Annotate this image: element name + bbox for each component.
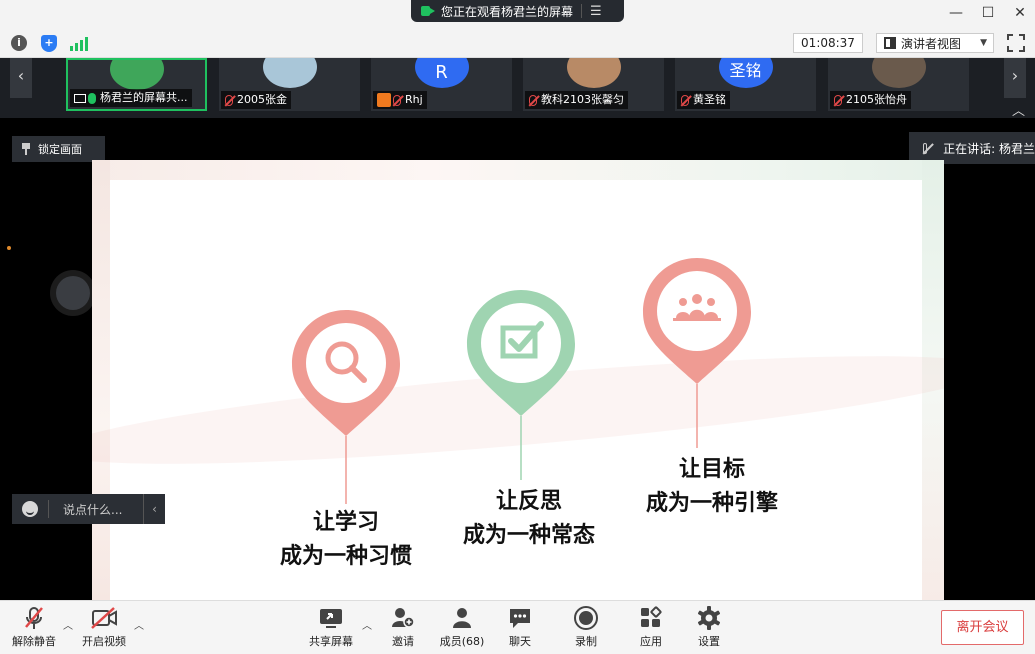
- fullscreen-icon[interactable]: [1007, 34, 1025, 52]
- participant-tile[interactable]: 教科2103张馨匀: [523, 58, 664, 111]
- participant-name: 2005张金: [237, 93, 287, 106]
- leave-meeting-button[interactable]: 离开会议: [941, 610, 1024, 645]
- close-button[interactable]: ✕: [1009, 4, 1031, 22]
- lock-view-label: 锁定画面: [38, 143, 82, 156]
- maximize-button[interactable]: ☐: [977, 4, 999, 22]
- avatar: [109, 60, 164, 90]
- avatar: [566, 58, 621, 88]
- host-icon: [377, 93, 391, 107]
- mic-muted-icon: [23, 605, 45, 631]
- share-screen-button[interactable]: 共享屏幕: [306, 605, 356, 651]
- signal-icon[interactable]: [70, 37, 88, 51]
- start-video-button[interactable]: 开启视频: [80, 605, 128, 651]
- apps-button[interactable]: 应用: [634, 605, 668, 651]
- apps-icon: [638, 605, 664, 631]
- collapse-strip-icon[interactable]: ︿: [1012, 100, 1025, 119]
- chat-button[interactable]: 聊天: [503, 605, 537, 651]
- strip-prev-button[interactable]: ‹: [10, 58, 32, 98]
- shield-icon[interactable]: +: [41, 35, 57, 52]
- screen-share-icon: [74, 93, 86, 103]
- chevron-left-icon[interactable]: ‹: [143, 494, 165, 524]
- emoji-icon[interactable]: [22, 501, 38, 517]
- mic-muted-icon: [681, 94, 689, 106]
- slide-caption-2: 让反思 成为一种常态: [462, 489, 595, 548]
- settings-button[interactable]: 设置: [692, 605, 726, 651]
- chat-bubble-icon: [507, 605, 533, 631]
- pin-icon: [22, 143, 30, 155]
- gear-icon: [696, 605, 722, 631]
- participant-tile[interactable]: R Rhj: [371, 58, 512, 111]
- share-screen-icon: [318, 605, 344, 631]
- meeting-timer: 01:08:37: [793, 33, 863, 53]
- participant-name: 黄圣铭: [693, 93, 726, 106]
- location-pin-2: [467, 290, 575, 480]
- camera-icon: [421, 6, 435, 16]
- participant-strip: ‹ 杨君兰的屏幕共... 2005张金 R Rhj 教科2103张馨匀 圣铭 黄…: [0, 58, 1035, 119]
- strip-next-button[interactable]: ›: [1004, 58, 1026, 98]
- camera-off-icon: [90, 605, 118, 631]
- record-button[interactable]: 录制: [569, 605, 603, 651]
- participant-tile[interactable]: 圣铭 黄圣铭: [675, 58, 816, 111]
- mic-muted-icon: [225, 94, 233, 106]
- participant-tile[interactable]: 2005张金: [219, 58, 360, 111]
- mic-muted-icon: [923, 142, 928, 154]
- view-mode-dropdown[interactable]: 演讲者视图 ▼: [876, 33, 994, 53]
- members-icon: [449, 605, 475, 631]
- info-icon[interactable]: i: [11, 35, 27, 51]
- audio-options-caret[interactable]: ︿: [63, 617, 73, 632]
- location-pin-3: [643, 258, 751, 448]
- avatar: 圣铭: [718, 58, 773, 88]
- record-icon: [573, 605, 599, 631]
- participant-name: 教科2103张馨匀: [541, 93, 624, 106]
- title-bar: 您正在观看杨君兰的屏幕 ☰ — ☐ ✕: [0, 0, 1035, 28]
- lock-view-button[interactable]: 锁定画面: [12, 136, 105, 162]
- minimize-button[interactable]: —: [945, 4, 967, 22]
- view-mode-label: 演讲者视图: [901, 36, 962, 51]
- chevron-down-icon: ▼: [980, 38, 987, 48]
- invite-button[interactable]: 邀请: [386, 605, 420, 651]
- location-pin-1: [292, 310, 400, 504]
- share-options-caret[interactable]: ︿: [362, 617, 372, 632]
- chat-input-bar[interactable]: 说点什么... ‹: [12, 494, 165, 524]
- speaking-text: 正在讲话: 杨君兰: [943, 141, 1035, 156]
- screen-share-notice[interactable]: 您正在观看杨君兰的屏幕 ☰: [411, 0, 624, 22]
- invite-user-icon: [390, 605, 416, 631]
- speaker-view-icon: [884, 37, 896, 49]
- mic-muted-icon: [393, 94, 401, 106]
- avatar: [871, 58, 926, 88]
- participant-name: 杨君兰的屏幕共...: [100, 91, 188, 104]
- meeting-window: 您正在观看杨君兰的屏幕 ☰ — ☐ ✕ i + 01:08:37 演讲者视图 ▼…: [0, 0, 1035, 654]
- chat-placeholder[interactable]: 说点什么...: [63, 501, 122, 518]
- mic-muted-icon: [834, 94, 842, 106]
- unmute-button[interactable]: 解除静音: [10, 605, 58, 651]
- video-options-caret[interactable]: ︿: [134, 617, 144, 632]
- mic-on-icon: [88, 92, 96, 104]
- participant-name: 2105张怡舟: [846, 93, 907, 106]
- participant-tile[interactable]: 2105张怡舟: [828, 58, 969, 111]
- slide-caption-1: 让学习 成为一种习惯: [279, 510, 412, 569]
- avatar: [262, 58, 317, 88]
- participant-name: Rhj: [405, 93, 423, 106]
- bottom-toolbar: 解除静音 ︿ 开启视频 ︿ 共享屏幕 ︿ 邀请 成员(68) 聊天 录制 应用 …: [0, 600, 1035, 654]
- share-notice-text: 您正在观看杨君兰的屏幕: [441, 4, 574, 19]
- mic-muted-icon: [529, 94, 537, 106]
- status-dot: [7, 246, 11, 250]
- avatar: R: [414, 58, 469, 88]
- slide-caption-3: 让目标 成为一种引擎: [645, 457, 778, 516]
- participant-tile[interactable]: 杨君兰的屏幕共...: [66, 58, 207, 111]
- floating-ball-button[interactable]: [56, 276, 90, 310]
- status-bar: i + 01:08:37 演讲者视图 ▼: [0, 28, 1035, 58]
- shared-screen-slide: 让学习 成为一种习惯 让反思 成为一种常态 让目标 成为一种引擎: [92, 160, 944, 600]
- members-button[interactable]: 成员(68): [437, 605, 487, 651]
- menu-icon[interactable]: ☰: [590, 4, 602, 19]
